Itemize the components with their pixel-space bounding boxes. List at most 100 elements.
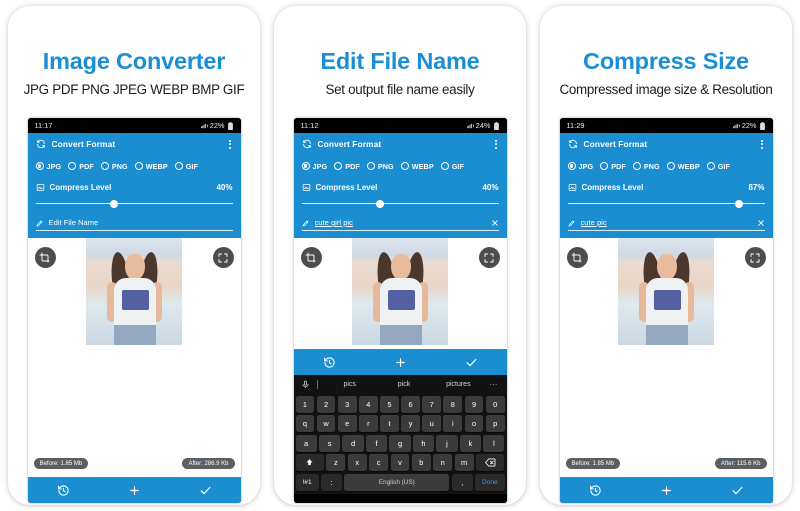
key-t[interactable]: t — [380, 415, 399, 433]
radio-png[interactable] — [100, 162, 109, 170]
key-z[interactable]: z — [326, 454, 346, 472]
key-8[interactable]: 8 — [443, 395, 463, 413]
suggestion-word[interactable]: pics — [324, 381, 376, 388]
key-j[interactable]: j — [436, 434, 458, 452]
key-4[interactable]: 4 — [358, 395, 378, 413]
radio-pdf[interactable] — [600, 162, 609, 170]
slider-knob[interactable] — [734, 199, 743, 208]
key-w[interactable]: w — [316, 415, 336, 433]
radio-webp[interactable] — [134, 162, 143, 170]
confirm-icon[interactable] — [199, 484, 212, 497]
kebab-menu-icon[interactable] — [227, 138, 233, 151]
crop-rotate-icon[interactable] — [305, 252, 317, 264]
format-option-png[interactable]: PNG — [366, 162, 394, 171]
radio-jpg[interactable] — [301, 162, 310, 170]
format-option-webp[interactable]: WEBP — [400, 162, 434, 171]
symbols-key[interactable]: !#1 — [295, 474, 319, 491]
backspace-key-icon[interactable] — [476, 454, 505, 472]
kebab-menu-icon[interactable] — [493, 138, 499, 151]
add-icon[interactable] — [128, 484, 141, 497]
compress-slider[interactable] — [35, 198, 233, 209]
filename-row[interactable]: cute girl pic — [301, 217, 499, 231]
key-u[interactable]: u — [422, 415, 442, 433]
key-0[interactable]: 0 — [485, 395, 505, 413]
key-a[interactable]: a — [295, 434, 317, 452]
comma-key[interactable]: , — [451, 474, 473, 491]
key-g[interactable]: g — [389, 434, 411, 452]
add-icon[interactable] — [660, 484, 673, 497]
key-2[interactable]: 2 — [316, 395, 336, 413]
history-icon[interactable] — [589, 484, 602, 497]
fullscreen-expand-icon[interactable] — [749, 252, 761, 264]
key-m[interactable]: m — [454, 454, 474, 472]
radio-pdf[interactable] — [334, 162, 343, 170]
crop-rotate-button[interactable] — [300, 247, 322, 268]
fullscreen-expand-icon[interactable] — [217, 252, 229, 264]
key-f[interactable]: f — [365, 434, 388, 452]
compress-slider[interactable] — [301, 198, 499, 209]
format-option-jpg[interactable]: JPG — [35, 162, 62, 171]
radio-gif[interactable] — [174, 162, 183, 170]
format-option-pdf[interactable]: PDF — [600, 162, 626, 171]
radio-gif[interactable] — [440, 162, 449, 170]
format-option-png[interactable]: PNG — [100, 162, 128, 171]
format-option-webp[interactable]: WEBP — [666, 162, 700, 171]
fullscreen-button[interactable] — [212, 247, 234, 268]
format-option-gif[interactable]: GIF — [174, 162, 198, 171]
key-p[interactable]: p — [485, 415, 505, 433]
radio-pdf[interactable] — [68, 162, 77, 170]
filename-row[interactable]: Edit File Name — [35, 217, 233, 231]
format-option-gif[interactable]: GIF — [706, 162, 730, 171]
emoji-key[interactable]: : — [320, 474, 342, 491]
key-b[interactable]: b — [411, 454, 431, 472]
format-option-webp[interactable]: WEBP — [134, 162, 168, 171]
radio-png[interactable] — [632, 162, 641, 170]
radio-webp[interactable] — [666, 162, 675, 170]
key-e[interactable]: e — [337, 415, 357, 433]
key-k[interactable]: k — [459, 434, 481, 452]
key-9[interactable]: 9 — [464, 395, 484, 413]
format-option-jpg[interactable]: JPG — [301, 162, 328, 171]
radio-png[interactable] — [366, 162, 375, 170]
crop-rotate-icon[interactable] — [39, 252, 51, 264]
done-key[interactable]: Done — [475, 474, 505, 491]
radio-jpg[interactable] — [567, 162, 576, 170]
voice-input-icon[interactable] — [300, 380, 311, 389]
more-options-icon[interactable]: ⋯ — [486, 380, 500, 389]
key-h[interactable]: h — [412, 434, 435, 452]
confirm-icon[interactable] — [465, 356, 478, 369]
key-y[interactable]: y — [401, 415, 420, 433]
shift-key-icon[interactable] — [295, 454, 324, 472]
key-5[interactable]: 5 — [380, 395, 399, 413]
filename-input[interactable]: cute pic — [581, 218, 752, 227]
format-option-pdf[interactable]: PDF — [334, 162, 360, 171]
format-option-gif[interactable]: GIF — [440, 162, 464, 171]
key-q[interactable]: q — [295, 415, 315, 433]
confirm-icon[interactable] — [731, 484, 744, 497]
crop-rotate-button[interactable] — [566, 247, 588, 268]
fullscreen-button[interactable] — [744, 247, 766, 268]
suggestion-word[interactable]: pick — [378, 381, 430, 388]
slider-knob[interactable] — [376, 199, 385, 208]
radio-gif[interactable] — [706, 162, 715, 170]
key-7[interactable]: 7 — [422, 395, 442, 413]
fullscreen-button[interactable] — [478, 247, 500, 268]
key-x[interactable]: x — [347, 454, 367, 472]
radio-jpg[interactable] — [35, 162, 44, 170]
clear-text-icon[interactable] — [491, 219, 499, 227]
format-option-pdf[interactable]: PDF — [68, 162, 94, 171]
filename-input[interactable]: cute girl pic — [315, 218, 486, 227]
history-icon[interactable] — [323, 356, 336, 369]
clear-text-icon[interactable] — [757, 219, 765, 227]
compress-slider[interactable] — [567, 198, 765, 209]
key-c[interactable]: c — [369, 454, 389, 472]
format-option-jpg[interactable]: JPG — [567, 162, 594, 171]
slider-knob[interactable] — [110, 199, 119, 208]
history-icon[interactable] — [57, 484, 70, 497]
key-o[interactable]: o — [464, 415, 484, 433]
key-l[interactable]: l — [483, 434, 505, 452]
suggestion-word[interactable]: pictures — [432, 381, 484, 388]
key-6[interactable]: 6 — [401, 395, 420, 413]
key-n[interactable]: n — [433, 454, 453, 472]
key-v[interactable]: v — [390, 454, 410, 472]
